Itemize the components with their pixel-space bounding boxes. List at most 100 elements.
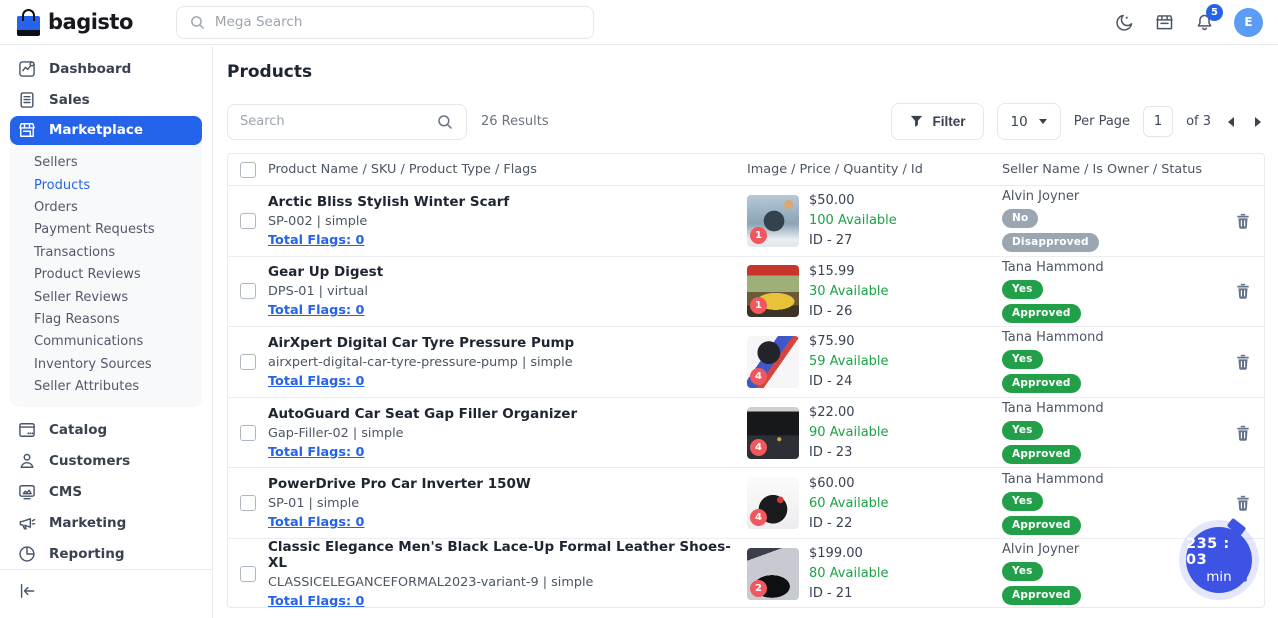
table-row: PowerDrive Pro Car Inverter 150W SP-01 |… xyxy=(228,468,1264,539)
trash-icon[interactable] xyxy=(1236,425,1250,441)
sidebar-item-customers[interactable]: Customers xyxy=(0,446,212,477)
trash-icon[interactable] xyxy=(1236,213,1250,229)
next-page-button[interactable] xyxy=(1251,113,1265,131)
datagrid-toolbar: 26 Results Filter 10 Per Page of 3 xyxy=(227,103,1265,140)
status-badge: Approved xyxy=(1002,304,1081,323)
product-price: $22.00 xyxy=(809,405,889,420)
product-price: $199.00 xyxy=(809,546,889,561)
trash-icon[interactable] xyxy=(1236,495,1250,511)
sidebar-item-catalog[interactable]: Catalog xyxy=(0,415,212,446)
filter-button[interactable]: Filter xyxy=(891,103,984,140)
status-badge: Approved xyxy=(1002,374,1081,393)
grid-search-box[interactable] xyxy=(227,104,467,140)
status-badge: Approved xyxy=(1002,445,1081,464)
flag-count-badge: 1 xyxy=(750,297,767,314)
chevron-down-icon xyxy=(1039,119,1047,124)
row-checkbox[interactable] xyxy=(240,283,256,299)
row-checkbox[interactable] xyxy=(240,495,256,511)
sidebar-item-dashboard[interactable]: Dashboard xyxy=(0,54,212,85)
sidebar-subitem[interactable]: Inventory Sources xyxy=(10,353,202,375)
per-page-value: 10 xyxy=(1011,114,1028,130)
session-timer-widget[interactable]: 235 : 03 min xyxy=(1186,527,1252,593)
per-page-select[interactable]: 10 xyxy=(997,103,1061,140)
pie-chart-icon xyxy=(17,544,37,564)
status-badge: Disapproved xyxy=(1002,233,1099,252)
product-price: $15.99 xyxy=(809,264,889,279)
storefront-icon[interactable] xyxy=(1154,12,1175,33)
products-table: Product Name / SKU / Product Type / Flag… xyxy=(227,153,1265,608)
row-checkbox[interactable] xyxy=(240,566,256,582)
page-total-label: of 3 xyxy=(1186,114,1211,129)
sidebar-item-marketplace[interactable]: Marketplace xyxy=(10,116,202,145)
is-owner-badge: Yes xyxy=(1002,421,1043,440)
collapse-sidebar-icon[interactable] xyxy=(17,581,37,601)
sidebar-subitem[interactable]: Orders xyxy=(10,196,202,218)
total-flags-link[interactable]: Total Flags: 0 xyxy=(268,515,364,530)
user-avatar[interactable]: E xyxy=(1234,8,1263,37)
product-id: ID - 21 xyxy=(809,586,889,601)
sidebar-item-marketing[interactable]: Marketing xyxy=(0,507,212,538)
mega-search-box[interactable] xyxy=(176,6,594,39)
trash-icon[interactable] xyxy=(1236,354,1250,370)
trash-icon[interactable] xyxy=(1236,283,1250,299)
logo-text: bagisto xyxy=(48,10,133,34)
select-all-checkbox[interactable] xyxy=(240,162,256,178)
sidebar-item-cms[interactable]: CMS xyxy=(0,477,212,508)
mega-search-input[interactable] xyxy=(215,14,581,30)
table-row: AirXpert Digital Car Tyre Pressure Pump … xyxy=(228,327,1264,398)
product-id: ID - 24 xyxy=(809,374,889,389)
status-badge: Approved xyxy=(1002,516,1081,535)
dark-mode-icon[interactable] xyxy=(1114,12,1135,33)
flag-count-badge: 4 xyxy=(750,509,767,526)
product-name: Gear Up Digest xyxy=(268,264,747,280)
marketplace-group: Marketplace Sellers Products Orders Paym… xyxy=(10,116,202,407)
sidebar-subitem[interactable]: Seller Attributes xyxy=(10,376,202,398)
megaphone-icon xyxy=(17,513,37,533)
sidebar-item-sales[interactable]: Sales xyxy=(0,85,212,116)
total-flags-link[interactable]: Total Flags: 0 xyxy=(268,374,364,389)
filter-button-label: Filter xyxy=(933,114,966,129)
total-flags-link[interactable]: Total Flags: 0 xyxy=(268,303,364,318)
product-quantity: 80 Available xyxy=(809,566,889,581)
row-checkbox[interactable] xyxy=(240,425,256,441)
top-header: bagisto 5 E xyxy=(0,0,1278,45)
grid-search-input[interactable] xyxy=(240,114,428,129)
product-name: AirXpert Digital Car Tyre Pressure Pump xyxy=(268,335,747,351)
sidebar-subitem[interactable]: Products xyxy=(10,174,202,196)
total-flags-link[interactable]: Total Flags: 0 xyxy=(268,445,364,460)
row-checkbox[interactable] xyxy=(240,213,256,229)
notifications-bell-icon[interactable]: 5 xyxy=(1194,12,1215,33)
timer-unit: min xyxy=(1206,569,1231,585)
sidebar-subitem[interactable]: Seller Reviews xyxy=(10,286,202,308)
column-header-product: Product Name / SKU / Product Type / Flag… xyxy=(268,162,747,177)
sidebar-subitem[interactable]: Sellers xyxy=(10,152,202,174)
sidebar-subitem[interactable]: Product Reviews xyxy=(10,264,202,286)
catalog-icon xyxy=(17,420,37,440)
product-sku-type: SP-01 | simple xyxy=(268,496,747,511)
sidebar-item-label: Customers xyxy=(49,453,130,469)
product-name: AutoGuard Car Seat Gap Filler Organizer xyxy=(268,406,747,422)
product-name: Classic Elegance Men's Black Lace-Up For… xyxy=(268,539,747,571)
bagisto-logo[interactable]: bagisto xyxy=(16,9,133,36)
is-owner-badge: Yes xyxy=(1002,280,1043,299)
total-flags-link[interactable]: Total Flags: 0 xyxy=(268,594,364,608)
product-quantity: 90 Available xyxy=(809,425,889,440)
sidebar-item-label: Marketplace xyxy=(49,122,143,138)
product-sku-type: DPS-01 | virtual xyxy=(268,284,747,299)
total-flags-link[interactable]: Total Flags: 0 xyxy=(268,233,364,248)
page-number-input[interactable] xyxy=(1143,106,1173,137)
sidebar-subitem[interactable]: Transactions xyxy=(10,241,202,263)
sidebar-subitem[interactable]: Communications xyxy=(10,331,202,353)
per-page-label: Per Page xyxy=(1074,114,1130,129)
sidebar: Dashboard Sales Marketplace Sellers Prod… xyxy=(0,46,213,618)
sidebar-item-label: CMS xyxy=(49,484,82,500)
sidebar-subitem[interactable]: Flag Reasons xyxy=(10,308,202,330)
previous-page-button[interactable] xyxy=(1224,113,1238,131)
seller-name: Tana Hammond xyxy=(1002,401,1104,416)
sidebar-subitem[interactable]: Payment Requests xyxy=(10,219,202,241)
row-checkbox[interactable] xyxy=(240,354,256,370)
status-badge: Approved xyxy=(1002,586,1081,605)
product-image: 1 xyxy=(747,265,799,317)
monitor-icon xyxy=(17,482,37,502)
sidebar-item-reporting[interactable]: Reporting xyxy=(0,538,212,569)
